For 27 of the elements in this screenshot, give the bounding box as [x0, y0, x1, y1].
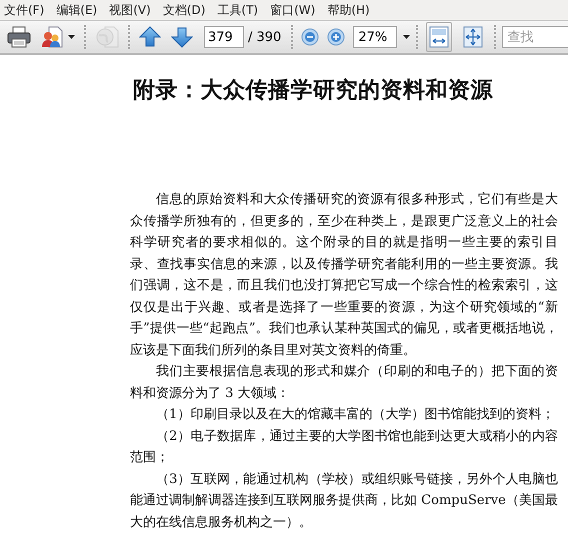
paragraph: （2）电子数据库，通过主要的大学图书馆也能到达更大或稍小的内容范围；: [130, 428, 558, 467]
menu-item[interactable]: 文档(D): [160, 2, 212, 18]
page-count: / 390: [248, 30, 282, 44]
menu-item[interactable]: 编辑(E): [54, 2, 104, 18]
up-arrow-icon: [139, 26, 161, 48]
caret-icon: [403, 35, 410, 39]
page-number-field[interactable]: 379: [204, 26, 244, 48]
minus-icon: [301, 28, 320, 46]
menu-item[interactable]: 帮助(H): [325, 2, 376, 18]
down-arrow-icon: [171, 26, 193, 48]
menu-item[interactable]: 工具(T): [215, 2, 264, 18]
plus-icon: [327, 28, 346, 46]
paragraph: 我们主要根据信息表现的形式和媒介（印刷的和电子的）把下面的资料和资源分为了 3 大领域：: [130, 363, 558, 402]
paragraph: （1）印刷目录以及在大的馆藏丰富的（大学）图书馆能找到的资料；: [155, 406, 556, 424]
printer-icon: [7, 26, 31, 48]
paragraph: （3）互联网，能通过机构（学校）或组织账号链接，另外个人电脑也能通过调制解调器连接到互联网服务提供商，比如 CompuServe（美国最大的在线信息服务机构之一）。: [130, 470, 558, 532]
paragraph: 信息的原始资料和大众传播研究的资源有很多种形式，它们有些是大众传播学所独有的，但更多的，至少在种类上，是跟更广泛意义上的社会科学研究者的要求相似的。这个附录的目的就是指明一些主要的索引目录、查找事实信息的来源，以及传播学研究者能利用的一些主要资源。我们强调，这不是，而且我们也没打算把它写成一个综合性的检索索引，这仅仅是出于兴趣、或者是选择了一些重要的资源，为这个研究领域的“新手”提供一些“起跑点”。我们也承认某种英国式的偏见，或者更概括地说，应该是下面我们所列的条目里对英文资料的倚重。: [130, 191, 558, 360]
people-document-icon: [41, 26, 65, 48]
fit-page-icon: [463, 26, 484, 48]
menu-item[interactable]: 窗口(W): [268, 2, 322, 18]
search-field[interactable]: 查找: [502, 26, 568, 48]
fit-width-icon: [429, 26, 450, 48]
menu-item[interactable]: 视图(V): [107, 2, 157, 18]
document-title: 附录：大众传播学研究的资料和资源: [133, 77, 494, 105]
fit-width-button[interactable]: [426, 22, 452, 52]
menu-item[interactable]: 文件(F): [2, 2, 50, 18]
caret-icon: [68, 35, 75, 39]
